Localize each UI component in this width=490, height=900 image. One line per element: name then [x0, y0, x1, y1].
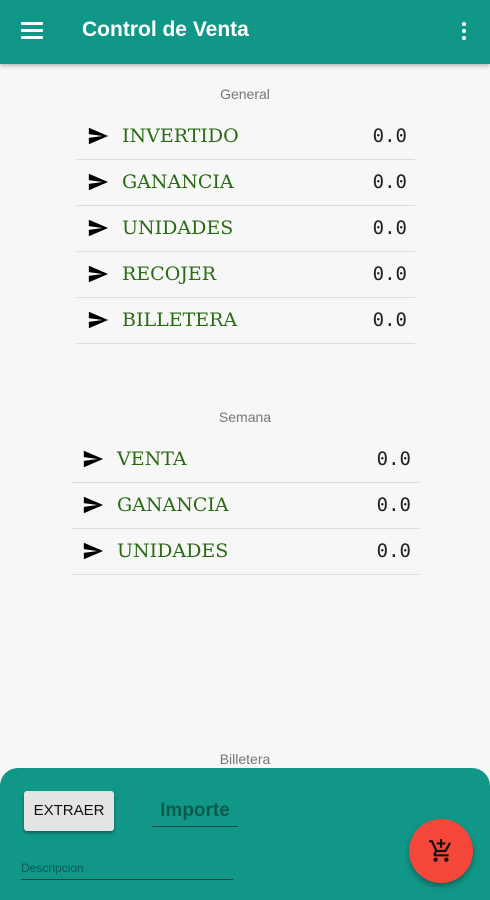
send-icon [88, 311, 109, 329]
menu-icon[interactable] [21, 22, 43, 40]
send-icon [88, 173, 109, 191]
send-icon [88, 219, 109, 237]
send-icon [83, 450, 104, 468]
list-item: GANANCIA 0.0 [77, 160, 415, 206]
row-value: 0.0 [372, 171, 407, 193]
list-item: UNIDADES 0.0 [72, 529, 419, 575]
row-value: 0.0 [372, 309, 407, 331]
row-label: VENTA [117, 448, 187, 470]
row-label: BILLETERA [122, 309, 238, 331]
list-item: VENTA 0.0 [72, 437, 419, 483]
row-label: UNIDADES [117, 540, 229, 562]
add-shopping-cart-icon [429, 839, 451, 862]
semana-list: VENTA 0.0 GANANCIA 0.0 UNIDADES 0.0 [72, 437, 419, 575]
section-label-semana: Semana [218, 409, 272, 425]
row-value: 0.0 [376, 540, 411, 562]
row-value: 0.0 [376, 494, 411, 516]
send-icon [88, 127, 109, 145]
section-label-general: General [220, 86, 270, 102]
list-item: INVERTIDO 0.0 [77, 114, 415, 160]
row-label: GANANCIA [122, 171, 234, 193]
extract-button[interactable]: EXTRAER [24, 791, 114, 831]
row-value: 0.0 [372, 125, 407, 147]
app-bar: Control de Venta [0, 0, 490, 64]
row-value: 0.0 [372, 217, 407, 239]
row-value: 0.0 [376, 448, 411, 470]
page-title: Control de Venta [82, 18, 249, 41]
row-value: 0.0 [372, 263, 407, 285]
send-icon [83, 496, 104, 514]
descripcion-input[interactable]: Descripcion [21, 857, 233, 880]
send-icon [83, 542, 104, 560]
general-list: INVERTIDO 0.0 GANANCIA 0.0 UNIDADES 0.0 … [77, 114, 415, 344]
more-vert-icon[interactable] [461, 22, 467, 44]
section-label-billetera: Billetera [219, 751, 271, 767]
importe-input[interactable]: Importe [152, 796, 238, 827]
row-label: RECOJER [122, 263, 217, 285]
list-item: RECOJER 0.0 [77, 252, 415, 298]
list-item: GANANCIA 0.0 [72, 483, 419, 529]
row-label: INVERTIDO [122, 125, 239, 147]
list-item: UNIDADES 0.0 [77, 206, 415, 252]
send-icon [88, 265, 109, 283]
row-label: GANANCIA [117, 494, 229, 516]
row-label: UNIDADES [122, 217, 234, 239]
add-to-cart-button[interactable] [409, 819, 473, 883]
list-item: BILLETERA 0.0 [77, 298, 415, 344]
